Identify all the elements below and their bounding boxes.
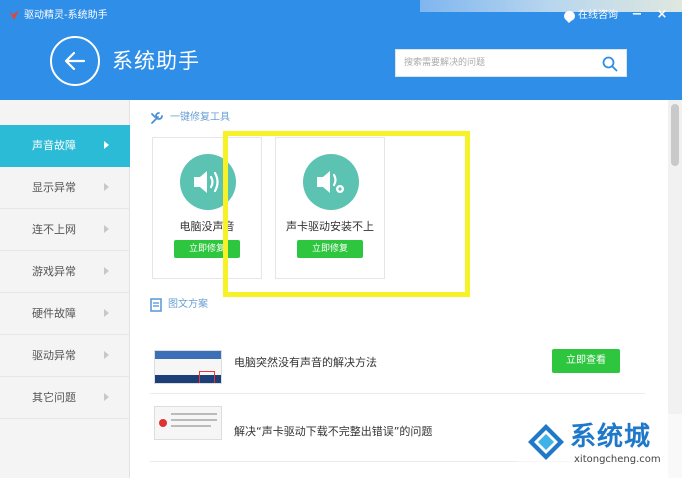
article-thumbnail [154, 406, 222, 440]
view-now-button[interactable]: 立即查看 [552, 349, 620, 373]
search-input[interactable] [396, 50, 596, 76]
chevron-right-icon [104, 267, 109, 275]
articles-section-heading: 图文方案 [150, 298, 208, 312]
watermark-url: xitongcheng.com [574, 454, 661, 465]
search-icon[interactable] [602, 56, 618, 72]
sidebar-item-label: 声音故障 [32, 139, 76, 152]
repair-section-heading: 一键修复工具 [150, 111, 230, 125]
document-icon [150, 298, 162, 312]
search-box [395, 49, 627, 77]
back-button[interactable] [50, 36, 100, 86]
sidebar-item-other-issues[interactable]: 其它问题 [0, 377, 130, 419]
yellow-highlight-box [223, 131, 470, 297]
sidebar-item-label: 驱动异常 [32, 349, 76, 362]
app-logo-icon [9, 10, 19, 20]
chat-bubble-icon [564, 11, 575, 23]
sidebar-item-label: 硬件故障 [32, 307, 76, 320]
arrow-left-icon [64, 51, 86, 71]
article-thumbnail [154, 350, 222, 384]
online-consult-button[interactable]: 在线咨询 [564, 9, 618, 23]
chevron-right-icon [104, 351, 109, 359]
watermark-brand: 系统城 [570, 422, 652, 452]
app-title: 驱动精灵-系统助手 [24, 10, 108, 21]
article-title: 解决“声卡驱动下载不完整出错误”的问题 [234, 425, 433, 438]
sidebar-item-label: 连不上网 [32, 223, 76, 236]
sidebar: 声音故障 显示异常 连不上网 游戏异常 硬件故障 驱动异常 其它问题 [0, 100, 130, 478]
minimize-button[interactable]: − [630, 7, 644, 23]
sidebar-item-label: 游戏异常 [32, 265, 76, 278]
sidebar-item-label: 显示异常 [32, 181, 76, 194]
page-title: 系统助手 [112, 49, 200, 73]
sidebar-item-display-error[interactable]: 显示异常 [0, 167, 130, 209]
wrench-icon [151, 112, 163, 124]
close-button[interactable]: × [655, 7, 669, 23]
sidebar-item-label: 其它问题 [32, 391, 76, 404]
article-title: 电脑突然没有声音的解决方法 [234, 356, 377, 369]
sidebar-item-hardware-fault[interactable]: 硬件故障 [0, 293, 130, 335]
chevron-right-icon [104, 141, 109, 149]
chevron-right-icon [104, 309, 109, 317]
chevron-right-icon [104, 183, 109, 191]
sidebar-item-driver-error[interactable]: 驱动异常 [0, 335, 130, 377]
online-consult-label: 在线咨询 [578, 10, 618, 21]
header-bar: 驱动精灵-系统助手 在线咨询 − × 系统助手 [0, 0, 682, 100]
articles-section-title: 图文方案 [168, 299, 208, 310]
sidebar-item-game-error[interactable]: 游戏异常 [0, 251, 130, 293]
chevron-right-icon [104, 393, 109, 401]
watermark: 系统城 xitongcheng.com [518, 414, 682, 478]
sidebar-item-network[interactable]: 连不上网 [0, 209, 130, 251]
watermark-logo-icon [528, 424, 564, 460]
sidebar-item-sound-fault[interactable]: 声音故障 [0, 125, 130, 167]
scrollbar-thumb[interactable] [671, 104, 679, 166]
chevron-right-icon [104, 225, 109, 233]
repair-section-title: 一键修复工具 [170, 112, 230, 123]
